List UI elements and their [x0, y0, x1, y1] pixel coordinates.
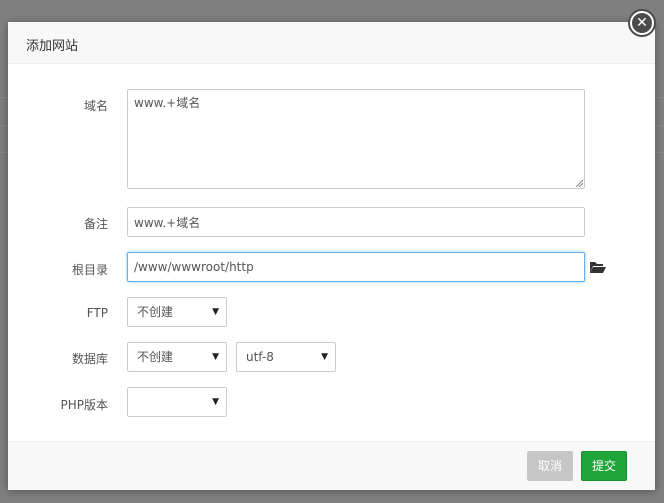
- charset-select[interactable]: utf-8 ▼: [236, 342, 336, 372]
- php-version-label: PHP版本: [60, 398, 109, 412]
- dialog-title: 添加网站: [26, 39, 79, 54]
- cancel-button[interactable]: 取消: [527, 451, 573, 481]
- caret-down-icon: ▼: [212, 397, 219, 407]
- add-site-dialog: 添加网站 域名 www.+域名 备注 根目录 FTP 不创建 ▼ 数据库 不创建…: [8, 22, 655, 490]
- charset-select-value: utf-8: [246, 350, 274, 364]
- resize-grip-icon[interactable]: [575, 179, 583, 187]
- database-select[interactable]: 不创建 ▼: [127, 342, 227, 372]
- close-icon: ✕: [632, 13, 652, 33]
- database-label: 数据库: [71, 352, 108, 366]
- php-version-select[interactable]: ▼: [127, 387, 227, 417]
- database-select-value: 不创建: [137, 350, 174, 364]
- caret-down-icon: ▼: [212, 352, 219, 362]
- close-button[interactable]: ✕: [628, 9, 656, 37]
- ftp-select[interactable]: 不创建 ▼: [127, 297, 227, 327]
- ftp-select-value: 不创建: [137, 305, 174, 319]
- remark-label: 备注: [83, 217, 108, 231]
- remark-input[interactable]: [127, 207, 585, 237]
- root-dir-label: 根目录: [71, 263, 108, 277]
- folder-open-icon[interactable]: [589, 260, 607, 274]
- submit-button[interactable]: 提交: [581, 451, 627, 481]
- domain-textarea[interactable]: www.+域名: [127, 89, 585, 189]
- root-dir-input[interactable]: [127, 252, 585, 282]
- dialog-header: 添加网站: [8, 22, 655, 64]
- caret-down-icon: ▼: [212, 307, 219, 317]
- domain-label: 域名: [83, 99, 108, 113]
- dialog-footer: 取消 提交: [8, 441, 655, 490]
- ftp-label: FTP: [86, 306, 108, 320]
- caret-down-icon: ▼: [321, 352, 328, 362]
